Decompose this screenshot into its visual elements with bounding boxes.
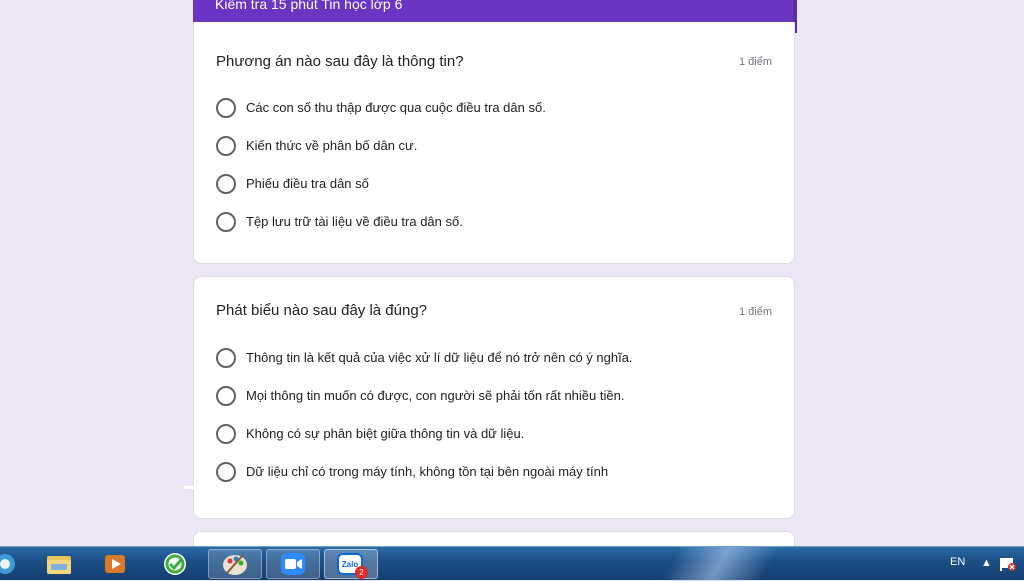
radio-circle-icon[interactable]	[216, 136, 236, 156]
radio-circle-icon[interactable]	[216, 462, 236, 482]
radio-circle-icon[interactable]	[216, 386, 236, 406]
option-label: Mọi thông tin muốn có được, con người sẽ…	[246, 388, 625, 403]
ie-icon[interactable]	[0, 549, 24, 579]
zalo-icon-wrap: Zalo 2	[336, 550, 368, 579]
zoom-icon-glyph	[281, 553, 305, 575]
option-label: Dữ liệu chỉ có trong máy tính, không tồn…	[246, 464, 609, 479]
paint-icon-glyph	[223, 554, 247, 575]
option-radio[interactable]: Kiến thức về phân bố dân cư.	[216, 136, 417, 156]
question-card-1: Phương án nào sau đây là thông tin? 1 đi…	[193, 22, 795, 264]
folder-icon[interactable]	[40, 549, 78, 579]
question-card-2: Phát biểu nào sau đây là đúng? 1 điểm Th…	[193, 276, 795, 519]
language-indicator[interactable]: EN	[950, 556, 965, 568]
option-label: Tệp lưu trữ tài liệu về điều tra dân số.	[246, 214, 463, 229]
option-label: Các con số thu thập được qua cuộc điều t…	[246, 100, 546, 115]
folder-icon-glyph	[47, 556, 71, 574]
tray-expand-icon[interactable]: ▲	[981, 557, 992, 569]
taskbar: Zalo 2	[0, 546, 1024, 581]
green-app-icon-glyph	[164, 553, 186, 575]
option-label: Thông tin là kết quả của việc xử lí dữ l…	[246, 350, 633, 365]
option-label: Kiến thức về phân bố dân cư.	[246, 138, 418, 153]
media-player-icon[interactable]	[96, 549, 134, 579]
zalo-icon[interactable]: Zalo 2	[324, 549, 378, 579]
zalo-badge: 2	[355, 566, 368, 579]
ie-icon-glyph	[0, 554, 15, 574]
option-radio[interactable]: Thông tin là kết quả của việc xử lí dữ l…	[216, 348, 633, 368]
option-label: Không có sự phân biệt giữa thông tin và …	[246, 426, 525, 441]
question-points: 1 điểm	[738, 306, 772, 318]
form-title: Kiểm tra 15 phút Tin học lớp 6	[215, 0, 403, 12]
question-points: 1 điểm	[738, 56, 772, 68]
radio-circle-icon[interactable]	[216, 212, 236, 232]
question-title: Phương án nào sau đây là thông tin?	[216, 53, 464, 70]
question-title: Phát biểu nào sau đây là đúng?	[216, 302, 428, 319]
form-area: Kiểm tra 15 phút Tin học lớp 6 Phương án…	[193, 0, 797, 571]
taskbar-glow	[640, 547, 820, 581]
zoom-icon[interactable]	[266, 549, 320, 579]
media-player-icon-glyph	[105, 555, 125, 573]
radio-circle-icon[interactable]	[216, 174, 236, 194]
option-radio[interactable]: Không có sự phân biệt giữa thông tin và …	[216, 424, 524, 444]
side-marker	[184, 486, 196, 489]
paint-icon[interactable]	[208, 549, 262, 579]
option-label: Phiếu điều tra dân số	[246, 176, 369, 191]
radio-circle-icon[interactable]	[216, 348, 236, 368]
option-radio[interactable]: Dữ liệu chỉ có trong máy tính, không tồn…	[216, 462, 608, 482]
option-radio[interactable]: Các con số thu thập được qua cuộc điều t…	[216, 98, 546, 118]
radio-circle-icon[interactable]	[216, 424, 236, 444]
action-center-flag-icon[interactable]	[999, 556, 1017, 572]
green-app-icon[interactable]	[156, 549, 194, 579]
option-radio[interactable]: Mọi thông tin muốn có được, con người sẽ…	[216, 386, 624, 406]
radio-circle-icon[interactable]	[216, 98, 236, 118]
option-radio[interactable]: Tệp lưu trữ tài liệu về điều tra dân số.	[216, 212, 463, 232]
option-radio[interactable]: Phiếu điều tra dân số	[216, 174, 369, 194]
